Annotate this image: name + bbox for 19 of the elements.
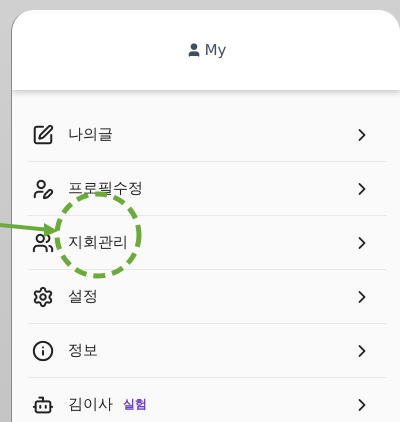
menu-item[interactable]: 나의글 (28, 108, 386, 162)
edit-icon (32, 124, 54, 146)
arrow-annotation (0, 223, 58, 237)
users-icon (32, 232, 54, 254)
menu-label: 설정 (68, 287, 98, 306)
menu-label: 김이사 (68, 395, 113, 414)
menu-label: 나의글 (68, 125, 113, 144)
user-edit-icon (32, 178, 54, 200)
robot-icon (32, 394, 54, 416)
menu-item[interactable]: 김이사 실험 (28, 378, 386, 422)
menu-item[interactable]: 정보 (28, 324, 386, 378)
info-icon (32, 340, 54, 362)
badge-label: 실험 (123, 396, 147, 413)
header-title: My (204, 41, 226, 59)
user-icon (186, 42, 202, 58)
menu-item[interactable]: 설정 (28, 270, 386, 324)
menu-label: 정보 (68, 341, 98, 360)
settings-icon (32, 286, 54, 308)
menu-label: 지회관리 (68, 233, 128, 252)
